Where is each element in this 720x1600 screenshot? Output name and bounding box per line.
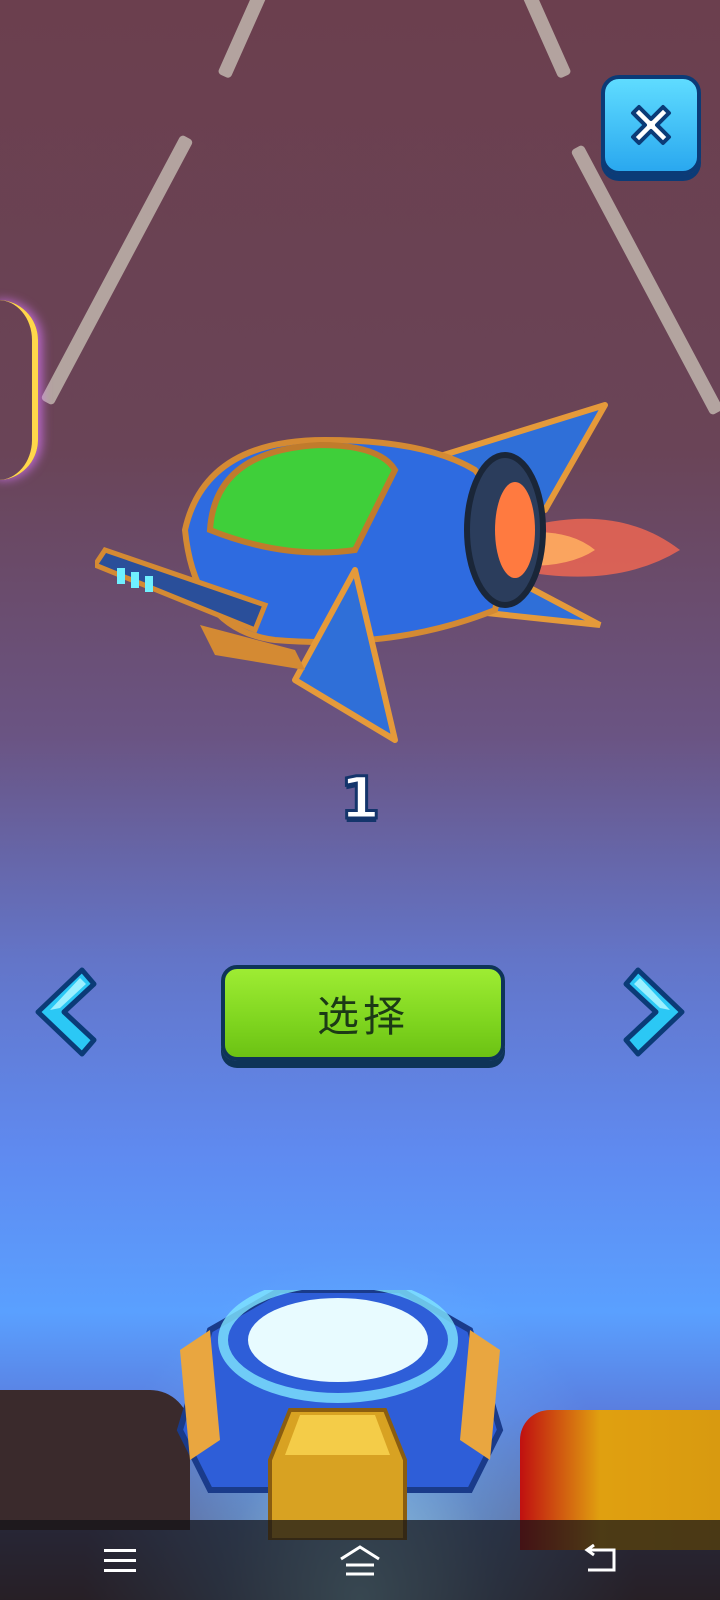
- close-button[interactable]: [601, 75, 701, 175]
- select-button[interactable]: 选择: [221, 965, 505, 1061]
- floor-left: [0, 1390, 190, 1530]
- chevron-right-icon: [623, 967, 685, 1057]
- road-line-right: [570, 144, 720, 416]
- display-pedestal: [176, 1290, 504, 1540]
- road-line-left-top: [217, 0, 267, 79]
- nav-back-button[interactable]: [560, 1530, 640, 1590]
- select-button-label: 选择: [316, 991, 409, 1041]
- next-ship-button[interactable]: [620, 962, 690, 1062]
- spaceship-model: [95, 402, 680, 743]
- nav-menu-button[interactable]: [80, 1530, 160, 1590]
- home-icon: [340, 1545, 380, 1576]
- ship-level-number: 1: [338, 763, 381, 834]
- road-line-left: [40, 134, 194, 406]
- back-icon: [584, 1544, 616, 1572]
- chevron-left-icon: [35, 967, 97, 1057]
- road-line-right-top: [522, 0, 572, 79]
- previous-ship-button[interactable]: [30, 962, 100, 1062]
- portal-ring: [0, 300, 38, 480]
- menu-icon: [104, 1549, 136, 1572]
- close-icon: [631, 105, 671, 145]
- system-navigation-bar: [0, 1520, 720, 1600]
- nav-home-button[interactable]: [320, 1530, 400, 1590]
